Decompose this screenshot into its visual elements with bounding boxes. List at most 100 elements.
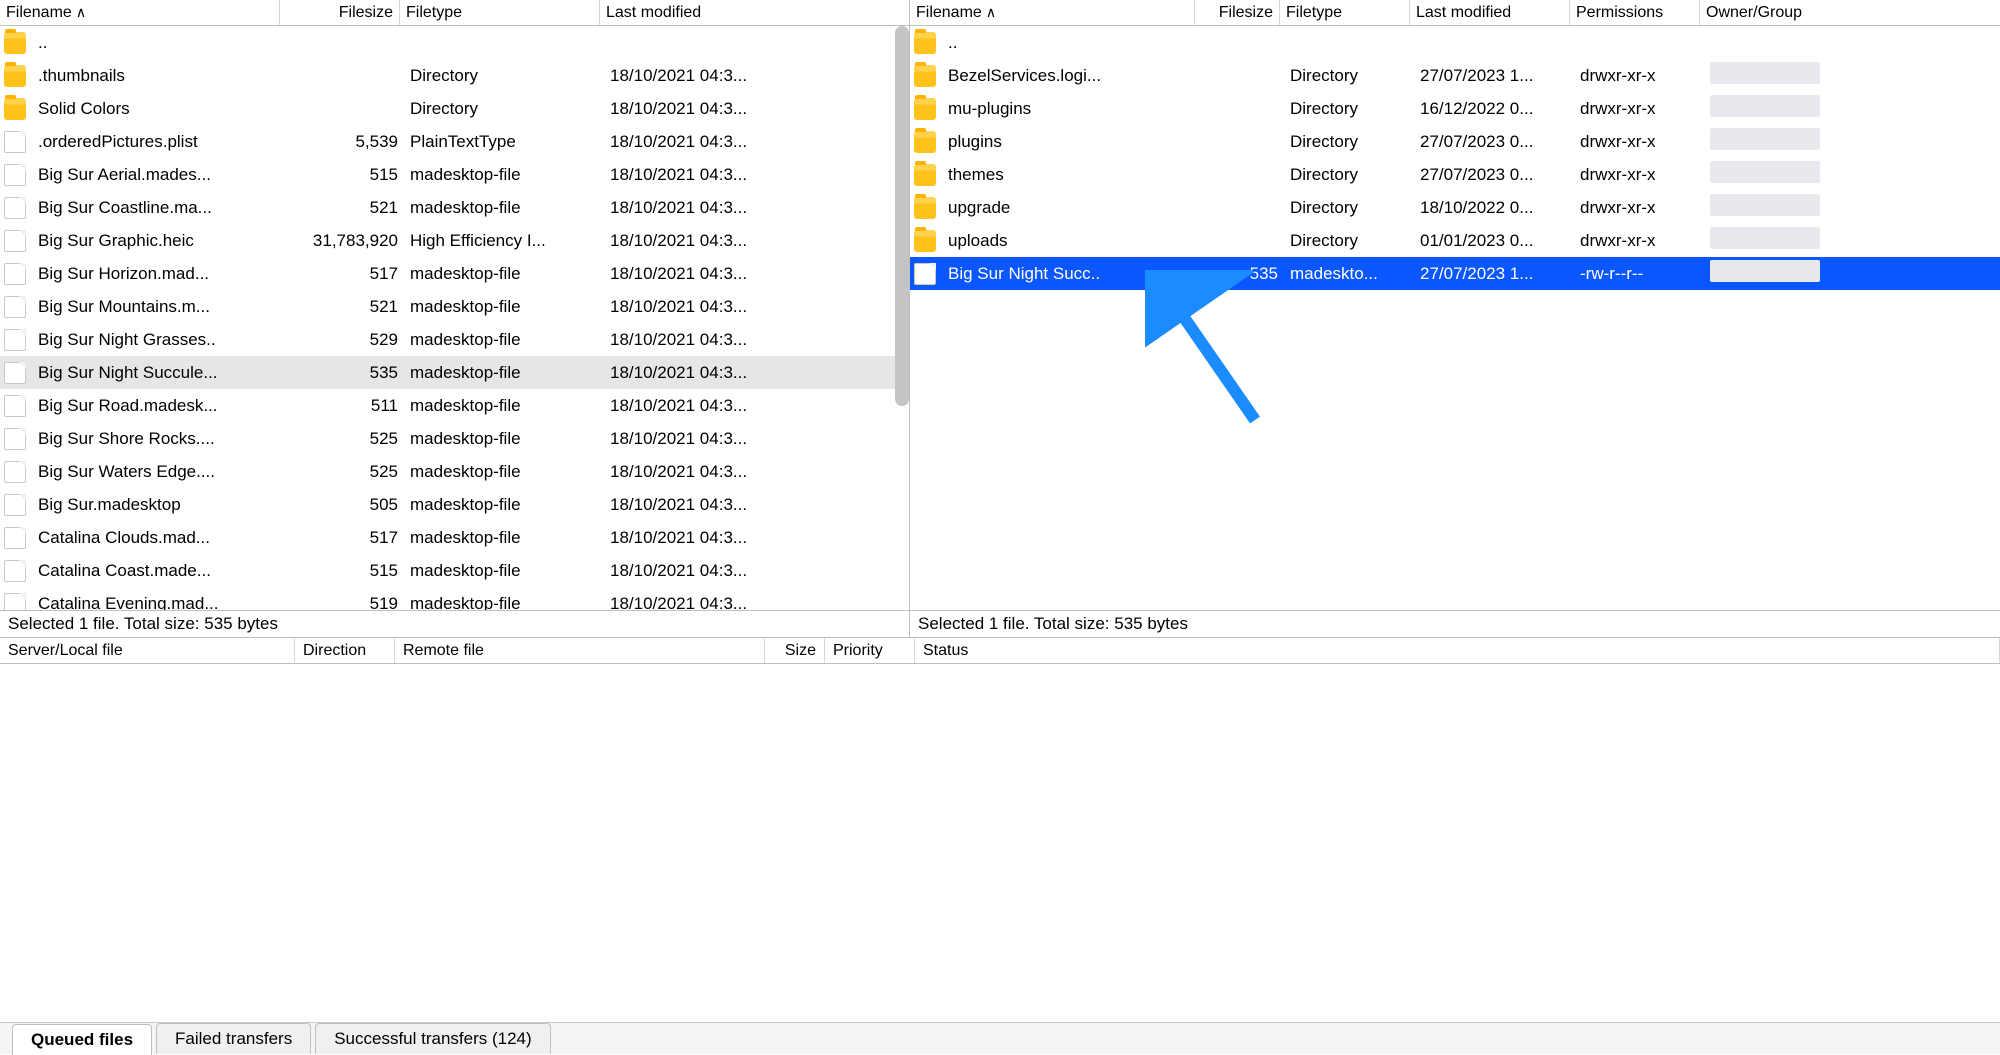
scrollbar-thumb[interactable]	[895, 26, 909, 406]
file-size: 525	[284, 462, 404, 482]
file-size: 517	[284, 528, 404, 548]
file-icon	[4, 131, 26, 153]
file-name: Big Sur Night Succule...	[32, 363, 284, 383]
file-modified: 16/12/2022 0...	[1414, 99, 1574, 119]
file-name: Big Sur Night Grasses..	[32, 330, 284, 350]
file-name: Catalina Evening.mad...	[32, 594, 284, 611]
file-name: Catalina Clouds.mad...	[32, 528, 284, 548]
file-row[interactable]: .orderedPictures.plist5,539PlainTextType…	[0, 125, 909, 158]
file-modified: 18/10/2021 04:3...	[604, 165, 864, 185]
file-name: Big Sur Night Succ..	[942, 264, 1199, 284]
file-type: madesktop-file	[404, 396, 604, 416]
file-row[interactable]: Big Sur Coastline.ma...521madesktop-file…	[0, 191, 909, 224]
file-row[interactable]: Big Sur Horizon.mad...517madesktop-file1…	[0, 257, 909, 290]
file-row[interactable]: Catalina Evening.mad...519madesktop-file…	[0, 587, 909, 610]
file-row[interactable]: Big Sur Shore Rocks....525madesktop-file…	[0, 422, 909, 455]
file-modified: 18/10/2021 04:3...	[604, 396, 864, 416]
file-row[interactable]: Big Sur.madesktop505madesktop-file18/10/…	[0, 488, 909, 521]
file-row[interactable]: themesDirectory27/07/2023 0...drwxr-xr-x	[910, 158, 2000, 191]
col-owner[interactable]: Owner/Group	[1700, 0, 2000, 25]
file-row[interactable]: Big Sur Aerial.mades...515madesktop-file…	[0, 158, 909, 191]
col-server-file[interactable]: Server/Local file	[0, 638, 295, 663]
queue-columns[interactable]: Server/Local file Direction Remote file …	[0, 638, 2000, 664]
file-row[interactable]: Big Sur Mountains.m...521madesktop-file1…	[0, 290, 909, 323]
file-owner	[1704, 161, 1854, 188]
file-row[interactable]: upgradeDirectory18/10/2022 0...drwxr-xr-…	[910, 191, 2000, 224]
file-row[interactable]: Big Sur Road.madesk...511madesktop-file1…	[0, 389, 909, 422]
local-column-header[interactable]: Filename ∧ Filesize Filetype Last modifi…	[0, 0, 909, 26]
col-filetype[interactable]: Filetype	[400, 0, 600, 25]
col-priority[interactable]: Priority	[825, 638, 915, 663]
file-type: PlainTextType	[404, 132, 604, 152]
col-direction[interactable]: Direction	[295, 638, 395, 663]
file-modified: 18/10/2021 04:3...	[604, 264, 864, 284]
file-row[interactable]: Big Sur Night Grasses..529madesktop-file…	[0, 323, 909, 356]
queue-body[interactable]	[0, 664, 2000, 1022]
folder-icon	[914, 32, 936, 54]
file-permissions: -rw-r--r--	[1574, 264, 1704, 284]
file-type: madeskto...	[1284, 264, 1414, 284]
tab-successful[interactable]: Successful transfers (124)	[315, 1023, 550, 1054]
file-modified: 18/10/2021 04:3...	[604, 66, 864, 86]
col-size[interactable]: Size	[765, 638, 825, 663]
col-filename[interactable]: Filename ∧	[0, 0, 280, 25]
file-row[interactable]: uploadsDirectory01/01/2023 0...drwxr-xr-…	[910, 224, 2000, 257]
folder-icon	[914, 131, 936, 153]
file-type: madesktop-file	[404, 297, 604, 317]
file-size: 511	[284, 396, 404, 416]
file-permissions: drwxr-xr-x	[1574, 165, 1704, 185]
remote-pane: Filename ∧ Filesize Filetype Last modifi…	[910, 0, 2000, 610]
file-row[interactable]: pluginsDirectory27/07/2023 0...drwxr-xr-…	[910, 125, 2000, 158]
file-modified: 18/10/2021 04:3...	[604, 132, 864, 152]
file-modified: 18/10/2021 04:3...	[604, 495, 864, 515]
col-filesize[interactable]: Filesize	[1195, 0, 1280, 25]
file-modified: 18/10/2021 04:3...	[604, 99, 864, 119]
file-size: 525	[284, 429, 404, 449]
col-modified[interactable]: Last modified	[1410, 0, 1570, 25]
col-remote-file[interactable]: Remote file	[395, 638, 765, 663]
tab-failed[interactable]: Failed transfers	[156, 1023, 311, 1054]
col-filename[interactable]: Filename ∧	[910, 0, 1195, 25]
file-modified: 18/10/2021 04:3...	[604, 297, 864, 317]
file-icon	[914, 263, 936, 285]
file-row[interactable]: ..	[0, 26, 909, 59]
file-size: 505	[284, 495, 404, 515]
file-name: ..	[942, 33, 1199, 53]
col-filetype[interactable]: Filetype	[1280, 0, 1410, 25]
file-row[interactable]: .thumbnailsDirectory18/10/2021 04:3...	[0, 59, 909, 92]
file-row[interactable]: Catalina Clouds.mad...517madesktop-file1…	[0, 521, 909, 554]
file-row[interactable]: Big Sur Night Succ..535madeskto...27/07/…	[910, 257, 2000, 290]
file-type: High Efficiency I...	[404, 231, 604, 251]
file-icon	[4, 296, 26, 318]
file-owner	[1704, 62, 1854, 89]
tab-queued[interactable]: Queued files	[12, 1024, 152, 1055]
file-row[interactable]: Big Sur Night Succule...535madesktop-fil…	[0, 356, 909, 389]
file-type: madesktop-file	[404, 561, 604, 581]
file-name: Solid Colors	[32, 99, 284, 119]
file-modified: 18/10/2021 04:3...	[604, 528, 864, 548]
file-type: madesktop-file	[404, 363, 604, 383]
file-row[interactable]: Big Sur Waters Edge....525madesktop-file…	[0, 455, 909, 488]
file-modified: 27/07/2023 1...	[1414, 66, 1574, 86]
file-modified: 18/10/2021 04:3...	[604, 462, 864, 482]
file-name: Big Sur Road.madesk...	[32, 396, 284, 416]
col-status[interactable]: Status	[915, 638, 2000, 663]
col-modified[interactable]: Last modified	[600, 0, 909, 25]
file-owner	[1704, 95, 1854, 122]
file-icon	[4, 593, 26, 611]
remote-file-list[interactable]: .. BezelServices.logi...Directory27/07/20…	[910, 26, 2000, 610]
file-row[interactable]: mu-pluginsDirectory16/12/2022 0...drwxr-…	[910, 92, 2000, 125]
file-row[interactable]: Big Sur Graphic.heic31,783,920High Effic…	[0, 224, 909, 257]
file-name: Big Sur Coastline.ma...	[32, 198, 284, 218]
file-owner	[1704, 128, 1854, 155]
col-filesize[interactable]: Filesize	[280, 0, 400, 25]
file-row[interactable]: Catalina Coast.made...515madesktop-file1…	[0, 554, 909, 587]
col-permissions[interactable]: Permissions	[1570, 0, 1700, 25]
file-row[interactable]: Solid ColorsDirectory18/10/2021 04:3...	[0, 92, 909, 125]
file-permissions: drwxr-xr-x	[1574, 231, 1704, 251]
local-status: Selected 1 file. Total size: 535 bytes	[0, 611, 910, 637]
remote-column-header[interactable]: Filename ∧ Filesize Filetype Last modifi…	[910, 0, 2000, 26]
local-file-list[interactable]: ...thumbnailsDirectory18/10/2021 04:3...…	[0, 26, 909, 610]
file-row[interactable]: BezelServices.logi...Directory27/07/2023…	[910, 59, 2000, 92]
file-row[interactable]: ..	[910, 26, 2000, 59]
